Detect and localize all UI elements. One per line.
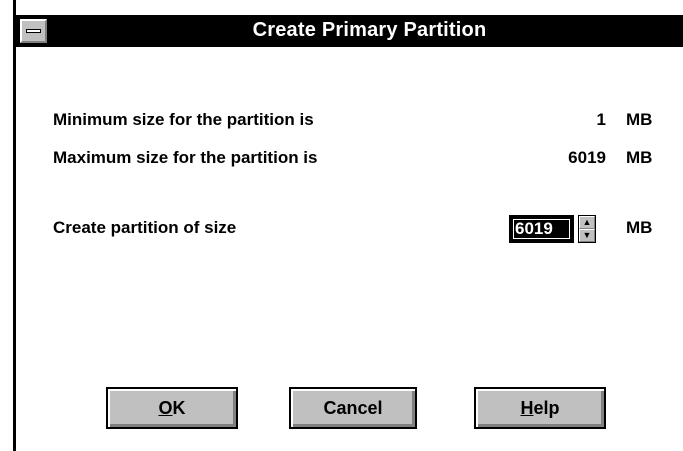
help-label-rest: elp [533,397,560,418]
max-size-value: 6019 [568,148,606,167]
help-mnemonic: H [520,397,534,418]
down-arrow-icon[interactable]: ▼ [579,229,595,242]
min-size-unit: MB [626,110,653,129]
partition-size-value: 6019 [515,219,553,238]
min-size-value: 1 [596,110,606,129]
title-bar[interactable]: Create Primary Partition [16,15,683,47]
max-size-label: Maximum size for the partition is [53,148,318,167]
dialog-title: Create Primary Partition [252,19,487,41]
system-menu-icon[interactable] [20,19,47,43]
create-size-label: Create partition of size [53,218,237,237]
ok-button[interactable]: OK [106,387,238,429]
ok-label-rest: K [172,397,186,418]
min-size-label: Minimum size for the partition is [53,110,314,129]
ok-mnemonic: O [158,397,173,418]
window-left-border [0,0,16,451]
cancel-label: Cancel [323,397,383,418]
system-menu-bar [26,29,41,33]
create-size-unit: MB [626,218,653,237]
partition-size-input[interactable]: 6019 [509,215,574,243]
cancel-button[interactable]: Cancel [289,387,417,429]
help-button[interactable]: Help [474,387,606,429]
size-spinner[interactable]: ▲ ▼ [578,215,596,243]
create-partition-dialog: Create Primary Partition Minimum size fo… [0,0,683,451]
up-arrow-icon[interactable]: ▲ [579,216,595,229]
max-size-unit: MB [626,148,653,167]
